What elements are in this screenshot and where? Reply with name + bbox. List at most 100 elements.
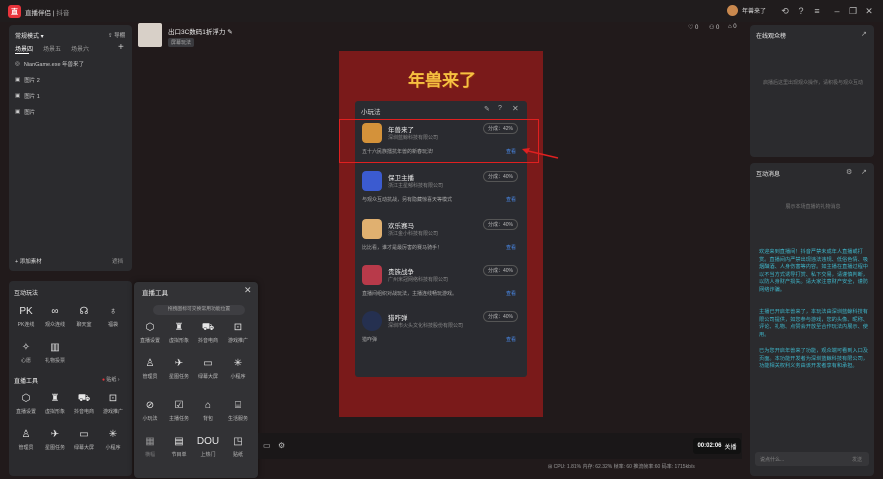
popup-live-settings[interactable]: ⬡ 直播设置: [137, 322, 163, 344]
gift-vote-button[interactable]: ▥ 礼物投票: [42, 342, 68, 364]
popup-greenscreen[interactable]: ▭ 绿幕大屏: [195, 358, 221, 380]
add-scene-icon[interactable]: +: [118, 42, 124, 53]
miniprogram-button[interactable]: ✳ 小程序: [100, 429, 126, 451]
user-menu[interactable]: 年兽来了: [727, 5, 766, 16]
lock-toggle[interactable]: 遮挡: [112, 257, 123, 265]
close-icon[interactable]: ✕: [863, 5, 875, 17]
sticker-badge[interactable]: ● 贴纸 ›: [102, 376, 120, 383]
tab-scene5[interactable]: 场景五: [43, 44, 61, 53]
mode-select[interactable]: 常规模式 ▾: [15, 31, 44, 40]
view-link[interactable]: 查看: [506, 244, 516, 251]
list-item[interactable]: 贵族战争 广州米冠网络科技有限公司 分成：40% 直播间组织对战玩法，主播连线畅…: [360, 264, 522, 310]
task-icon: ✈: [50, 429, 60, 440]
star-task-button[interactable]: ✈ 星图任务: [42, 429, 68, 451]
screen-icon: ▭: [203, 358, 213, 369]
view-link[interactable]: 查看: [506, 336, 516, 343]
miniprogram-icon: ✳: [108, 429, 118, 440]
settings-icon: ⬡: [145, 322, 155, 333]
popup-close-icon[interactable]: ✕: [244, 285, 252, 296]
wish-button[interactable]: ✧ 心愿: [13, 342, 39, 364]
message-input-placeholder: 说点什么...: [760, 457, 785, 463]
add-material-button[interactable]: + 添加素材: [15, 257, 42, 265]
store-icon: ⌸: [235, 400, 241, 411]
import-button[interactable]: ⇪ 导棚: [108, 31, 125, 39]
source-item[interactable]: ▣ 图片 1: [15, 91, 40, 101]
view-link[interactable]: 查看: [506, 196, 516, 203]
miniprogram-icon: ✳: [233, 358, 243, 369]
popup-avatar[interactable]: ♜ 虚拟形象: [166, 322, 192, 344]
scene-tabs: 场景四 场景五 场景六: [15, 44, 89, 53]
tab-underline: [15, 53, 29, 54]
image-icon: ▣: [15, 77, 21, 83]
source-item[interactable]: ▣ 图片: [15, 107, 35, 117]
list-item[interactable]: 保卫主播 浙江主星郁科技有限公司 分成：40% 与观众互动抗战，另有隐藏惊喜天等…: [360, 170, 522, 216]
admin-icon: ♙: [145, 358, 155, 369]
admin-button[interactable]: ♙ 管理员: [13, 429, 39, 451]
refresh-icon[interactable]: ⟲: [779, 5, 791, 17]
task-icon: ✈: [174, 358, 184, 369]
popup-sticker[interactable]: ◳ 贴纸: [225, 436, 251, 458]
greenscreen-button[interactable]: ▭ 绿幕大屏: [71, 429, 97, 451]
audience-link-button[interactable]: ∞ 观众连线: [42, 306, 68, 328]
popup-program[interactable]: ▤ 节目单: [166, 436, 192, 458]
ecommerce-button[interactable]: ⛟ 抖音电商: [71, 393, 97, 415]
stream-cover[interactable]: [138, 23, 162, 47]
list-item[interactable]: 猎咋弹 深圳市火头文化科技股份有限公司 分成：40% 猎咋弹 查看: [360, 310, 522, 356]
source-item[interactable]: ◎ NianGame.exe 年兽来了: [15, 59, 84, 69]
menu-icon[interactable]: ≡: [811, 5, 823, 17]
avatar: [727, 5, 738, 16]
game-promo-button[interactable]: ⊡ 游戏推广: [100, 393, 126, 415]
popup-host-task[interactable]: ☑ 主播任务: [166, 400, 192, 422]
list-item[interactable]: 欢乐赛马 浙江金小科技有限公司 分成：40% 比比看，谁才是最厉害的赛马骑手！ …: [360, 218, 522, 264]
bag-icon: ♁: [109, 306, 117, 317]
minigame-close-icon[interactable]: ✕: [512, 104, 519, 113]
game-icon: ◎: [15, 61, 20, 67]
minimize-icon[interactable]: –: [831, 5, 843, 17]
live-settings-button[interactable]: ⬡ 直播设置: [13, 393, 39, 415]
avatar-button[interactable]: ♜ 虚拟形象: [42, 393, 68, 415]
maximize-icon[interactable]: ❐: [847, 5, 859, 17]
sticker-icon: ◳: [233, 436, 243, 447]
stop-live-button[interactable]: 00:02:06 关播: [693, 438, 741, 454]
popout-icon[interactable]: ↗: [861, 30, 867, 38]
pk-button[interactable]: PK PK连线: [13, 306, 39, 328]
app-logo-icon: 直: [8, 5, 21, 18]
source-item[interactable]: ▣ 图片 2: [15, 75, 40, 85]
tab-scene6[interactable]: 场景六: [71, 44, 89, 53]
online-title: 在线观众榜: [756, 34, 787, 40]
popup-admin[interactable]: ♙ 管理员: [137, 358, 163, 380]
vote-icon: ▥: [50, 342, 60, 353]
avatar-icon: ♜: [174, 322, 184, 333]
stream-title[interactable]: 出口3C数码1折浮力 ✎: [168, 26, 233, 36]
popup-hint: 拖拽图标可交换常用功能位置: [153, 305, 245, 315]
popup-ecommerce[interactable]: ⛟ 抖音电商: [195, 322, 221, 344]
popup-miniprogram[interactable]: ✳ 小程序: [225, 358, 251, 380]
stream-tag: 屏幕玩法: [168, 38, 195, 47]
game-avatar: [362, 265, 382, 285]
popup-star-task[interactable]: ✈ 星图任务: [166, 358, 192, 380]
view-link[interactable]: 查看: [506, 290, 516, 297]
popup-banner[interactable]: ▦ 横幅: [137, 436, 163, 458]
gifts-count: ⌂ 0: [728, 24, 737, 30]
settings-icon[interactable]: ⚙: [846, 168, 852, 176]
system-message: 欢迎来到直播间！抖音严禁未成年人直播或打赏。直播间内严禁出现违法违规、低俗色情、…: [759, 249, 868, 293]
gamepad-icon: ⊡: [233, 322, 243, 333]
help-icon[interactable]: ?: [795, 5, 807, 17]
pin-icon[interactable]: ✎: [484, 105, 490, 113]
popup-life-service[interactable]: ⌸ 生活服务: [225, 400, 251, 422]
tab-scene4[interactable]: 场景四: [15, 44, 33, 53]
settings-icon[interactable]: ⚙: [278, 441, 285, 450]
popup-backpack[interactable]: ⌂ 背包: [195, 400, 221, 422]
popup-game-promo[interactable]: ⊡ 游戏推广: [225, 322, 251, 344]
chatroom-button[interactable]: ☊ 聊天室: [71, 306, 97, 328]
help-icon[interactable]: ?: [498, 105, 502, 112]
luckybag-button[interactable]: ♁ 福袋: [100, 306, 126, 328]
popout-icon[interactable]: ↗: [861, 168, 867, 176]
popup-hot[interactable]: DOU 上热门: [195, 436, 221, 458]
camera-icon[interactable]: ▭: [263, 441, 271, 450]
minigame-icon: ⊘: [145, 400, 155, 411]
popup-minigame[interactable]: ⊘ 小玩法: [137, 400, 163, 422]
send-button[interactable]: 发送: [852, 456, 862, 463]
banner-text: 年兽来了: [408, 71, 476, 90]
image-icon: ▣: [15, 109, 21, 115]
